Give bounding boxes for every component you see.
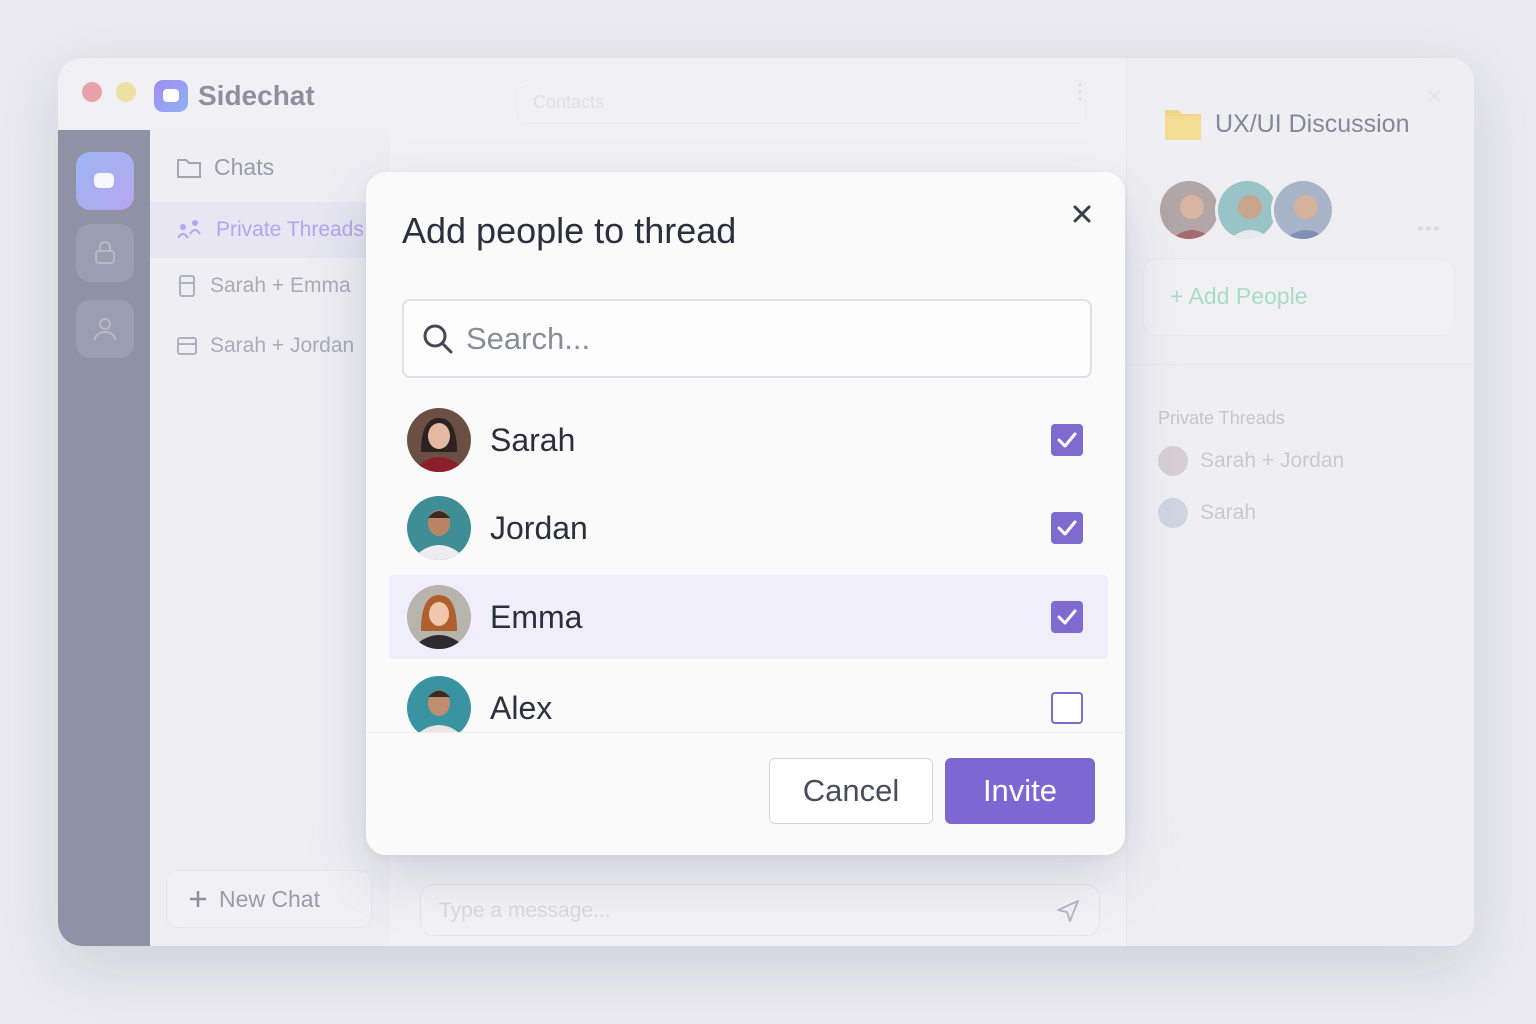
new-chat-label: New Chat [219,885,320,912]
message-placeholder: Type a message... [439,899,611,922]
divider [1127,364,1474,365]
dialog-title: Add people to thread [402,210,737,251]
chat-bubble-icon [94,173,114,188]
sidebar-thread-item[interactable]: Sarah + Emma [176,274,351,298]
person-checkbox[interactable] [1051,692,1083,724]
send-icon[interactable] [1055,898,1081,924]
search-field[interactable] [402,299,1092,378]
people-list: Sarah Jordan Emma Alex [366,398,1125,732]
avatar [407,585,471,649]
invite-button[interactable]: Invite [945,758,1095,824]
search-icon [423,324,453,354]
plus-icon [190,891,206,907]
contacts-placeholder: Contacts [533,92,605,112]
thread-doc-icon [179,275,195,297]
rail-chat-button[interactable] [76,152,134,210]
close-icon[interactable]: ✕ [1425,84,1443,110]
avatar [1158,498,1188,528]
person-row-alex[interactable]: Alex [389,666,1108,732]
person-name: Sarah [490,422,576,458]
rail-profile-button[interactable] [76,300,134,358]
section-heading: Private Threads [1158,408,1285,428]
sidebar-item-private-threads[interactable]: Private Threads [150,202,390,258]
avatar [407,676,471,732]
person-row-emma[interactable]: Emma [389,575,1108,659]
window-minimize-dot[interactable] [116,82,136,102]
cancel-button[interactable]: Cancel [769,758,933,824]
search-input[interactable] [466,315,1066,363]
folder-icon [1165,110,1201,140]
person-row-sarah[interactable]: Sarah [389,398,1108,482]
user-icon [94,318,116,341]
window-close-dot[interactable] [82,82,102,102]
sidebar-item-label: Chats [214,154,275,180]
avatar [1158,446,1188,476]
private-thread-label: Sarah + Jordan [1200,449,1345,472]
thread-details-panel: ✕ UX/UI Discussion ••• + Add People Priv… [1126,58,1474,946]
icon-rail [58,130,150,946]
sidebar-item-label: Private Threads [216,218,364,241]
close-icon[interactable] [1068,200,1096,228]
sidebar-thread-item[interactable]: Sarah + Jordan [176,334,354,358]
person-checkbox[interactable] [1051,512,1083,544]
checkmark-icon [1057,520,1077,536]
sidebar-item-chats[interactable]: Chats [176,154,274,181]
thread-title: UX/UI Discussion [1215,110,1410,138]
app-logo-icon [154,80,188,112]
more-options-icon[interactable]: ⋮ [1070,82,1090,114]
more-options-icon[interactable]: ••• [1417,218,1441,241]
private-thread-item[interactable]: Sarah + Jordan [1158,446,1344,476]
sidebar-nav: Chats Private Threads Sarah + Emma Sarah… [150,130,390,946]
dialog-footer: Cancel Invite [366,732,1125,855]
new-chat-button[interactable]: New Chat [166,870,372,928]
sidebar-thread-label: Sarah + Jordan [210,334,355,357]
threads-icon [177,220,201,239]
person-name: Emma [490,599,583,635]
person-name: Alex [490,690,553,726]
folder-outline-icon [177,158,201,178]
avatar [1157,178,1221,242]
sidebar-thread-label: Sarah + Emma [210,274,351,297]
add-people-label: + Add People [1170,283,1308,309]
person-checkbox[interactable] [1051,601,1083,633]
avatar [407,408,471,472]
checkmark-icon [1057,432,1077,448]
add-people-button[interactable]: + Add People [1143,258,1455,336]
app-name: Sidechat [198,80,315,111]
person-checkbox[interactable] [1051,424,1083,456]
person-name: Jordan [490,510,588,546]
private-thread-item[interactable]: Sarah [1158,498,1256,528]
rail-lock-button[interactable] [76,224,134,282]
thread-window-icon [177,337,197,355]
avatar [1215,178,1279,242]
contacts-search[interactable]: Contacts [516,80,1086,124]
message-input[interactable]: Type a message... [420,884,1100,936]
avatar [407,496,471,560]
title-bar: Sidechat Contacts ⋮ [58,58,1126,130]
person-row-jordan[interactable]: Jordan [389,486,1108,570]
checkmark-icon [1057,609,1077,625]
add-people-dialog: Add people to thread Sarah [366,172,1125,855]
private-thread-label: Sarah [1200,501,1257,524]
lock-icon [95,241,115,264]
avatar [1271,178,1335,242]
